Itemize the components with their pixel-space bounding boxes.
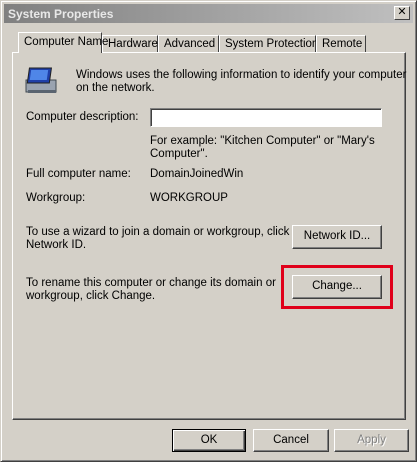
apply-button[interactable]: Apply [334, 429, 409, 452]
tab-label: Advanced [164, 38, 216, 50]
tab-label: System Protection [225, 38, 319, 50]
window-title: System Properties [8, 7, 114, 21]
tab-computer-name[interactable]: Computer Name [18, 32, 108, 53]
tab-label: Remote [322, 38, 363, 50]
workgroup-value: WORKGROUP [150, 192, 228, 204]
full-computer-name-value: DomainJoinedWin [150, 168, 244, 180]
network-id-button-label: Network ID... [303, 230, 371, 242]
tab-label: Computer Name [24, 36, 109, 48]
full-computer-name-label: Full computer name: [26, 168, 131, 180]
rename-text-line-1: To rename this computer or change its do… [26, 277, 276, 289]
rename-text-line-2: workgroup, click Change. [26, 290, 156, 302]
computer-description-label: Computer description: [26, 111, 139, 123]
intro-text-line-2: on the network. [76, 82, 155, 94]
tab-hardware[interactable]: Hardware [102, 35, 158, 52]
workgroup-label: Workgroup: [26, 192, 86, 204]
system-properties-window: System Properties ✕ Computer Name Hardwa… [0, 0, 417, 462]
cancel-button-label: Cancel [273, 434, 309, 446]
apply-button-label: Apply [357, 434, 386, 446]
close-button[interactable]: ✕ [394, 6, 410, 20]
close-icon: ✕ [397, 6, 407, 18]
title-bar[interactable]: System Properties ✕ [4, 4, 413, 23]
ok-button-label: OK [200, 434, 218, 446]
description-example-line-2: Computer". [150, 148, 208, 160]
change-button-highlight [281, 265, 393, 309]
tab-system-protection[interactable]: System Protection [219, 35, 319, 52]
computer-description-input[interactable] [150, 108, 382, 127]
cancel-button[interactable]: Cancel [253, 429, 329, 452]
ok-button[interactable]: OK [172, 429, 246, 452]
intro-text-line-1: Windows uses the following information t… [76, 69, 407, 81]
computer-icon [25, 67, 57, 93]
tab-advanced[interactable]: Advanced [158, 35, 219, 52]
description-example-line-1: For example: "Kitchen Computer" or "Mary… [150, 135, 375, 147]
tab-label: Hardware [108, 38, 158, 50]
network-id-text-line-2: Network ID. [26, 239, 87, 251]
tab-remote[interactable]: Remote [316, 35, 366, 52]
network-id-text-line-1: To use a wizard to join a domain or work… [26, 226, 290, 238]
network-id-button[interactable]: Network ID... [292, 225, 382, 249]
